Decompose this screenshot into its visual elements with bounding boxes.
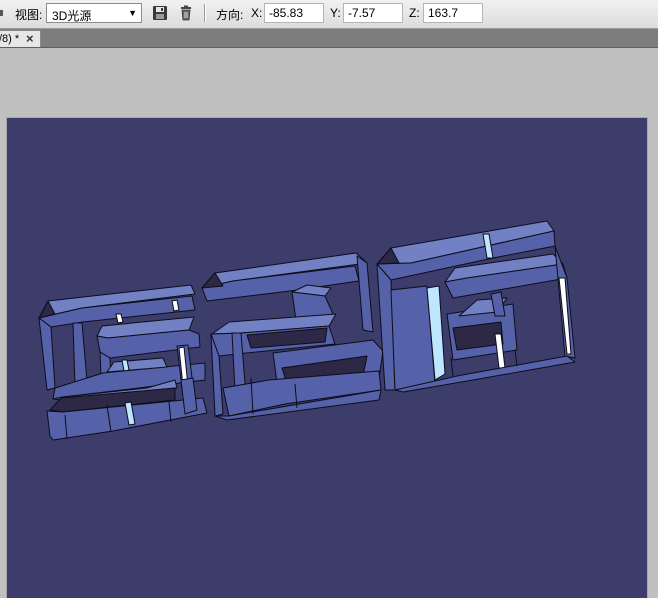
document-tabbar: /8) * × bbox=[0, 29, 658, 48]
view-select[interactable]: 3D光源 ▼ bbox=[46, 3, 142, 23]
toolbar-grip-icon bbox=[0, 10, 3, 16]
x-input[interactable]: -85.83 bbox=[264, 3, 324, 23]
view-label: 视图: bbox=[15, 8, 43, 22]
document-tab-title: /8) * bbox=[0, 33, 20, 45]
view-select-value: 3D光源 bbox=[52, 9, 92, 23]
glyph-2 bbox=[201, 252, 384, 421]
close-icon[interactable]: × bbox=[26, 31, 34, 46]
y-label: Y: bbox=[330, 6, 341, 20]
x-label: X: bbox=[251, 6, 263, 20]
floppy-disk-icon[interactable] bbox=[152, 5, 168, 21]
document-tab[interactable]: /8) * × bbox=[0, 30, 41, 47]
z-input[interactable]: 163.7 bbox=[423, 3, 483, 23]
trash-icon[interactable] bbox=[178, 5, 194, 21]
chevron-down-icon: ▼ bbox=[128, 8, 137, 18]
direction-label: 方向: bbox=[216, 8, 244, 22]
3d-text-artwork[interactable] bbox=[7, 118, 647, 598]
z-label: Z: bbox=[409, 6, 420, 20]
glyph-5 bbox=[38, 284, 208, 441]
options-bar: 视图: 3D光源 ▼ 方向: X: -85.83 Y: -7.57 Z: 163… bbox=[0, 0, 658, 29]
toolbar-separator bbox=[204, 4, 206, 22]
y-input[interactable]: -7.57 bbox=[343, 3, 403, 23]
glyph-6 bbox=[376, 220, 576, 393]
document-canvas[interactable] bbox=[7, 118, 647, 598]
